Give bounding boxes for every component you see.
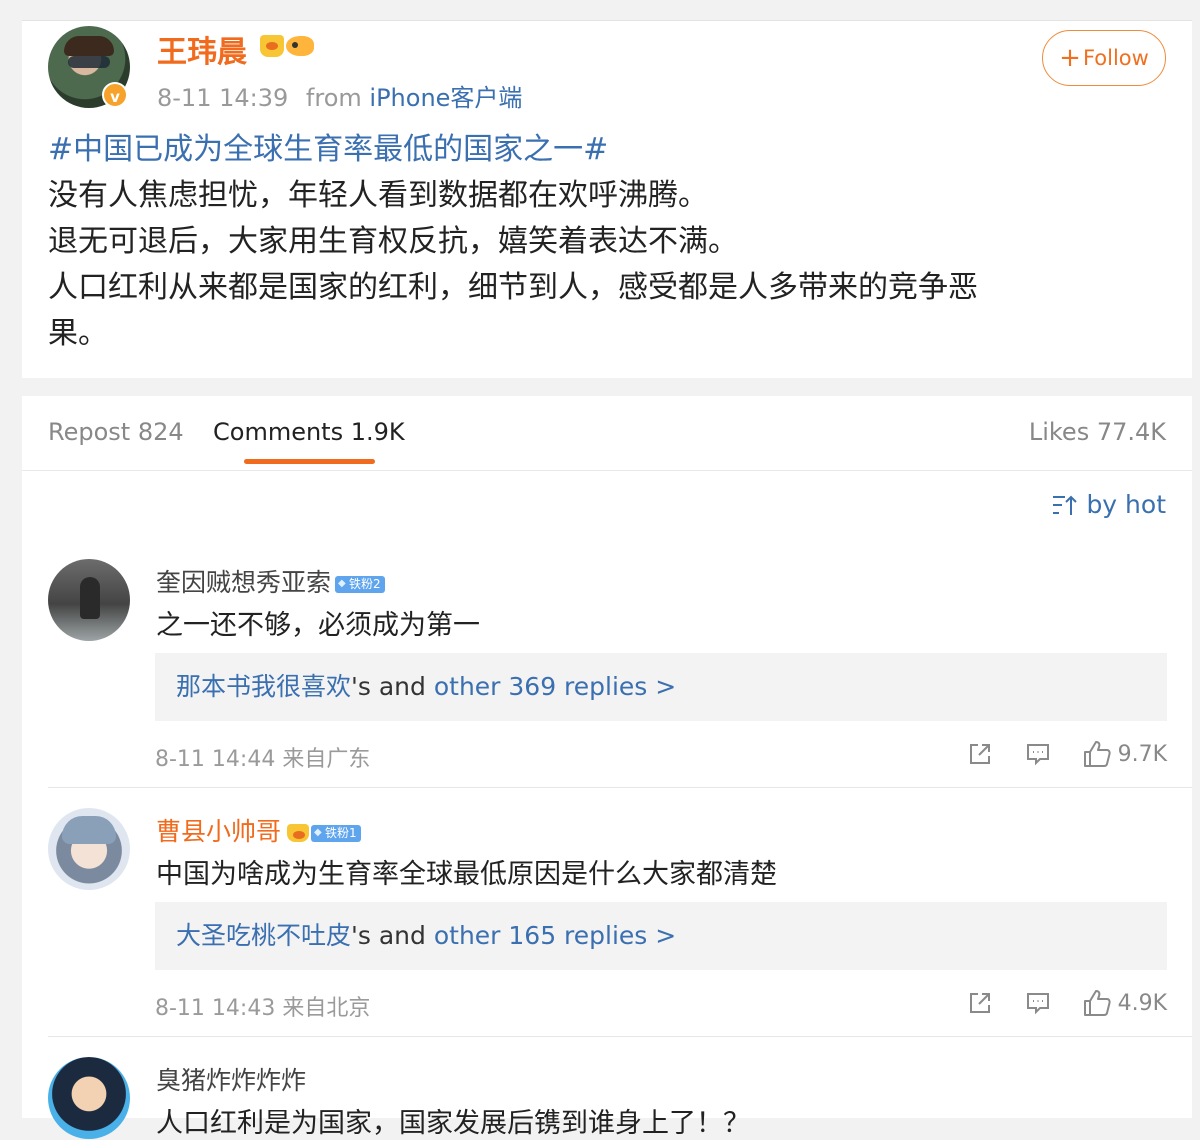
commenter-avatar[interactable]: [48, 1057, 130, 1139]
tab-repost[interactable]: Repost 824: [48, 418, 184, 446]
follow-button[interactable]: + Follow: [1042, 30, 1166, 86]
post-body-line: 人口红利从来都是国家的红利，细节到人，感受都是人多带来的竞争恶: [48, 270, 978, 305]
more-replies-link[interactable]: other 369 replies >: [434, 672, 676, 701]
comment-footer: 8-11 14:43 来自北京 4.9K: [155, 988, 1167, 1021]
author-name[interactable]: 王玮晨: [157, 27, 247, 71]
follow-label: Follow: [1082, 46, 1149, 70]
comment-icon[interactable]: [1024, 989, 1052, 1017]
commenter-name[interactable]: 曹县小帅哥 铁粉1: [156, 812, 361, 848]
fan-badge-icon: 铁粉1: [311, 824, 361, 842]
comment-actions: 9.7K: [936, 739, 1167, 769]
post-hashtag[interactable]: #中国已成为全球生育率最低的国家之一#: [48, 127, 1158, 173]
post-body-line: 果。: [48, 316, 108, 351]
comment-icon[interactable]: [1024, 740, 1052, 768]
replies-link[interactable]: 那本书我很喜欢's and other 369 replies >: [155, 653, 1167, 721]
fish-icon[interactable]: [286, 35, 314, 56]
comment-divider: [48, 1036, 1192, 1037]
reply-user[interactable]: 大圣吃桃不吐皮: [176, 921, 351, 950]
like-icon[interactable]: [1082, 988, 1112, 1018]
commenter-name-text: 奎因贼想秀亚索: [156, 568, 332, 597]
like-count: 4.9K: [1117, 990, 1167, 1016]
tab-comments[interactable]: Comments 1.9K: [213, 418, 405, 446]
post-timestamp: 8-11 14:39: [157, 84, 289, 112]
commenter-avatar[interactable]: [48, 808, 130, 890]
commenter-avatar[interactable]: [48, 559, 130, 641]
share-icon[interactable]: [966, 989, 994, 1017]
post-card: v 王玮晨 8-11 14:39 from iPhone客户端 + Follow …: [22, 21, 1192, 378]
commenter-name-text: 臭猪炸炸炸炸: [156, 1066, 307, 1095]
post-meta: 8-11 14:39 from iPhone客户端: [157, 78, 522, 113]
sort-icon: [1053, 495, 1078, 515]
comment-text: 之一还不够，必须成为第一: [156, 610, 480, 641]
active-tab-indicator: [244, 459, 375, 464]
comment-time: 8-11 14:43 来自北京: [155, 996, 371, 1021]
comment-text: 中国为啥成为生育率全球最低原因是什么大家都清楚: [156, 859, 777, 890]
share-icon[interactable]: [966, 740, 994, 768]
commenter-name[interactable]: 臭猪炸炸炸炸: [156, 1061, 306, 1097]
author-badges: [260, 32, 314, 57]
avatar-hair: [64, 36, 114, 56]
tab-likes[interactable]: Likes 77.4K: [1029, 418, 1166, 446]
comments-card: Repost 824 Comments 1.9K Likes 77.4K by …: [22, 396, 1192, 1139]
tabs-bar: Repost 824 Comments 1.9K Likes 77.4K: [22, 396, 1192, 471]
reply-connector: 's and: [351, 921, 434, 950]
post-source[interactable]: iPhone客户端: [369, 84, 522, 112]
post-body: #中国已成为全球生育率最低的国家之一# 没有人焦虑担忧，年轻人看到数据都在欢呼沸…: [48, 127, 1158, 357]
more-replies-link[interactable]: other 165 replies >: [434, 921, 676, 950]
replies-link[interactable]: 大圣吃桃不吐皮's and other 165 replies >: [155, 902, 1167, 970]
reply-connector: 's and: [351, 672, 434, 701]
top-strip: [0, 0, 1200, 21]
avatar-hair: [62, 816, 116, 844]
sort-label: by hot: [1086, 490, 1166, 519]
crown-icon: [287, 824, 310, 842]
reply-user[interactable]: 那本书我很喜欢: [176, 672, 351, 701]
fan-badge-icon: 铁粉2: [335, 575, 385, 593]
like-icon[interactable]: [1082, 739, 1112, 769]
like-count: 9.7K: [1117, 741, 1167, 767]
comment-footer: 8-11 14:44 来自广东 9.7K: [155, 739, 1167, 772]
avatar-figure: [80, 577, 100, 619]
comment-actions: 4.9K: [936, 988, 1167, 1018]
comment-divider: [48, 787, 1192, 788]
plus-icon: +: [1059, 43, 1081, 73]
post-body-line: 没有人焦虑担忧，年轻人看到数据都在欢呼沸腾。: [48, 178, 708, 213]
sort-by-hot-button[interactable]: by hot: [1052, 490, 1166, 519]
commenter-name[interactable]: 奎因贼想秀亚索铁粉2: [156, 563, 385, 599]
comment-time: 8-11 14:44 来自广东: [155, 747, 371, 772]
avatar-glasses: [68, 56, 110, 68]
from-prefix: from: [305, 84, 362, 112]
comment-text: 人口红利是为国家，国家发展后镌到谁身上了！？: [156, 1108, 750, 1139]
verified-icon: v: [102, 82, 128, 108]
post-body-line: 退无可退后，大家用生育权反抗，嬉笑着表达不满。: [48, 224, 738, 259]
commenter-name-text: 曹县小帅哥: [156, 817, 282, 846]
crown-icon[interactable]: [260, 34, 284, 57]
